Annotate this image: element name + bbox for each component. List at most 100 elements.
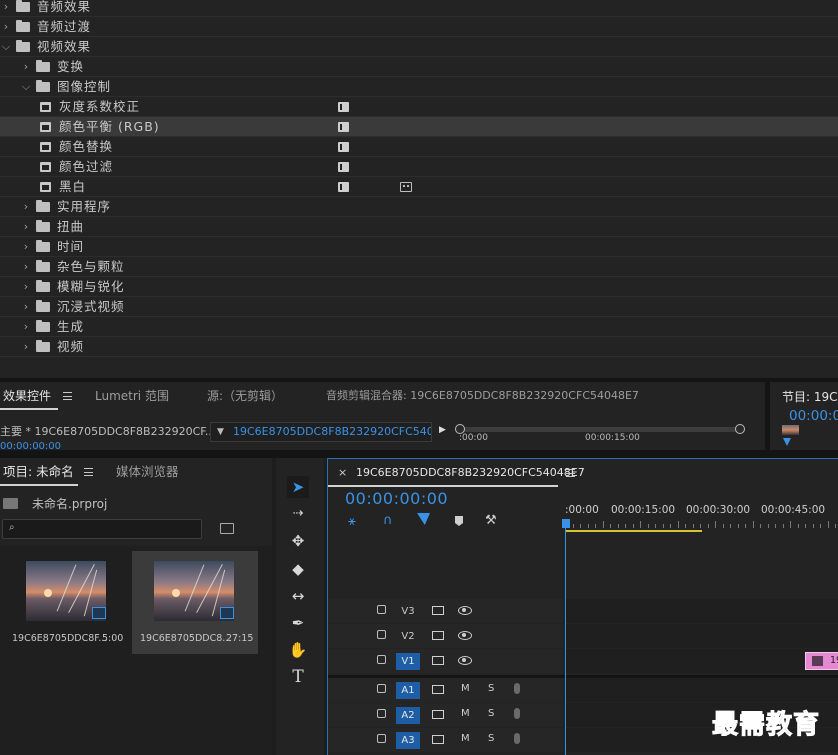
play-triangle-icon[interactable]: ▶ bbox=[439, 425, 446, 435]
sequence-tab[interactable]: 19C6E8705DDC8F8B232920CFC54048E7 bbox=[356, 459, 585, 487]
chevron-right-icon[interactable]: › bbox=[20, 337, 32, 357]
video-audio-divider[interactable] bbox=[328, 675, 838, 678]
chevron-right-icon[interactable]: › bbox=[0, 0, 12, 17]
track-select-tool-icon[interactable]: ⇢ bbox=[287, 503, 309, 525]
effect-item[interactable]: 灰度系数校正 bbox=[0, 97, 838, 117]
linked-selection-icon[interactable] bbox=[417, 513, 430, 525]
chevron-right-icon[interactable]: › bbox=[20, 277, 32, 297]
sync-lock-icon[interactable] bbox=[432, 606, 444, 615]
add-marker-icon[interactable] bbox=[455, 516, 463, 526]
panel-menu-icon[interactable] bbox=[63, 392, 72, 400]
effect-folder[interactable]: ⌵ 视频效果 bbox=[0, 37, 838, 57]
ripple-edit-tool-icon[interactable]: ✥ bbox=[287, 530, 309, 552]
chevron-right-icon[interactable]: › bbox=[20, 217, 32, 237]
solo-button[interactable]: S bbox=[488, 708, 494, 719]
snap-magnet-icon[interactable]: ∩ bbox=[383, 513, 393, 528]
clip-dropdown[interactable]: ▼ 19C6E8705DDC8F8B232920CFC540... bbox=[210, 422, 432, 442]
tab-program[interactable]: 节目: 19C bbox=[782, 388, 838, 405]
lock-icon[interactable] bbox=[377, 605, 386, 614]
effect-folder[interactable]: › 音频效果 bbox=[0, 0, 838, 17]
lower-divider[interactable] bbox=[0, 450, 838, 458]
chevron-right-icon[interactable]: › bbox=[20, 197, 32, 217]
track-target-a3[interactable]: A3 bbox=[396, 732, 420, 749]
effect-folder[interactable]: › 时间 bbox=[0, 237, 838, 257]
tab-project[interactable]: 项目: 未命名 bbox=[3, 458, 74, 486]
mute-button[interactable]: M bbox=[461, 708, 470, 719]
pen-tool-icon[interactable]: ✒ bbox=[287, 612, 309, 634]
effect-item[interactable]: 颜色平衡 (RGB) bbox=[0, 117, 838, 137]
hand-tool-icon[interactable]: ✋ bbox=[287, 639, 309, 661]
effect-folder[interactable]: › 模糊与锐化 bbox=[0, 277, 838, 297]
track-content[interactable]: 19C6E8705DDC8F8B232 bbox=[565, 649, 838, 673]
effect-folder[interactable]: › 杂色与颗粒 bbox=[0, 257, 838, 277]
track-target-v3[interactable]: V3 bbox=[396, 603, 420, 620]
close-icon[interactable]: × bbox=[338, 459, 347, 487]
effect-folder[interactable]: › 实用程序 bbox=[0, 197, 838, 217]
solo-button[interactable]: S bbox=[488, 733, 494, 744]
microphone-icon[interactable] bbox=[514, 708, 520, 719]
sync-lock-icon[interactable] bbox=[432, 710, 444, 719]
program-timecode[interactable]: 00:00:0 bbox=[789, 408, 838, 424]
lock-icon[interactable] bbox=[377, 655, 386, 664]
wrench-icon[interactable]: ⚒ bbox=[485, 513, 497, 528]
effect-folder[interactable]: › 生成 bbox=[0, 317, 838, 337]
track-target-a2[interactable]: A2 bbox=[396, 707, 420, 724]
chevron-right-icon[interactable]: › bbox=[20, 297, 32, 317]
effect-item[interactable]: 颜色替换 bbox=[0, 137, 838, 157]
chevron-right-icon[interactable]: › bbox=[20, 257, 32, 277]
playhead-line[interactable] bbox=[565, 519, 566, 755]
nest-icon[interactable]: ⚹ bbox=[348, 514, 356, 529]
lock-icon[interactable] bbox=[377, 709, 386, 718]
tab-source[interactable]: 源:（无剪辑） bbox=[207, 382, 283, 410]
playhead-handle[interactable] bbox=[562, 519, 570, 528]
sync-lock-icon[interactable] bbox=[432, 685, 444, 694]
timeline-timecode[interactable]: 00:00:00:00 bbox=[345, 489, 448, 508]
tab-media-browser[interactable]: 媒体浏览器 bbox=[116, 458, 179, 486]
eye-icon[interactable] bbox=[458, 606, 472, 615]
effect-folder[interactable]: › 视频 bbox=[0, 337, 838, 357]
work-area-bar[interactable] bbox=[566, 530, 702, 532]
solo-button[interactable]: S bbox=[488, 683, 494, 694]
selection-tool-icon[interactable]: ➤ bbox=[287, 476, 309, 498]
type-tool-icon[interactable]: T bbox=[287, 666, 309, 688]
tab-lumetri-scopes[interactable]: Lumetri 范围 bbox=[95, 382, 169, 410]
lock-icon[interactable] bbox=[377, 734, 386, 743]
mute-button[interactable]: M bbox=[461, 733, 470, 744]
program-playhead-icon[interactable] bbox=[783, 438, 791, 446]
effect-folder[interactable]: › 音频过渡 bbox=[0, 17, 838, 37]
new-bin-search-icon[interactable] bbox=[220, 523, 234, 534]
eye-icon[interactable] bbox=[458, 631, 472, 640]
track-target-v2[interactable]: V2 bbox=[396, 628, 420, 645]
razor-tool-icon[interactable]: ◆ bbox=[287, 558, 309, 580]
master-clip-label[interactable]: 主要 * 19C6E8705DDC8F8B232920CF... bbox=[0, 422, 215, 442]
track-target-v1[interactable]: V1 bbox=[396, 653, 420, 670]
project-item-selected[interactable]: 19C6E8705DDC8... 27:15 bbox=[132, 551, 258, 654]
track-content[interactable] bbox=[565, 599, 838, 623]
chevron-right-icon[interactable]: › bbox=[0, 17, 12, 37]
effect-folder[interactable]: › 扭曲 bbox=[0, 217, 838, 237]
mute-button[interactable]: M bbox=[461, 683, 470, 694]
sync-lock-icon[interactable] bbox=[432, 631, 444, 640]
time-ruler[interactable]: :00:00 00:00:15:00 00:00:30:00 00:00:45:00 bbox=[565, 499, 838, 529]
track-content[interactable] bbox=[565, 624, 838, 648]
effect-item[interactable]: 颜色过滤 bbox=[0, 157, 838, 177]
mini-timeline[interactable]: :00:00 00:00:15:00 bbox=[455, 424, 745, 446]
lock-icon[interactable] bbox=[377, 684, 386, 693]
microphone-icon[interactable] bbox=[514, 733, 520, 744]
timeline-menu-icon[interactable] bbox=[566, 469, 575, 477]
track-target-a1[interactable]: A1 bbox=[396, 682, 420, 699]
effect-folder[interactable]: › 变换 bbox=[0, 57, 838, 77]
chevron-down-icon[interactable]: ⌵ bbox=[0, 37, 12, 57]
lock-icon[interactable] bbox=[377, 630, 386, 639]
chevron-right-icon[interactable]: › bbox=[20, 317, 32, 337]
project-item[interactable]: 19C6E8705DDC8F... 5:00 bbox=[4, 551, 130, 654]
chevron-right-icon[interactable]: › bbox=[20, 237, 32, 257]
chevron-down-icon[interactable]: ⌵ bbox=[20, 77, 32, 97]
mini-out-handle[interactable] bbox=[735, 424, 745, 434]
chevron-right-icon[interactable]: › bbox=[20, 57, 32, 77]
effect-folder[interactable]: ⌵ 图像控制 bbox=[0, 77, 838, 97]
microphone-icon[interactable] bbox=[514, 683, 520, 694]
timeline-clip[interactable]: 19C6E8705DDC8F8B232 bbox=[805, 652, 838, 670]
slip-tool-icon[interactable]: ↔ bbox=[287, 585, 309, 607]
project-search-input[interactable]: ⌕ bbox=[2, 519, 202, 539]
